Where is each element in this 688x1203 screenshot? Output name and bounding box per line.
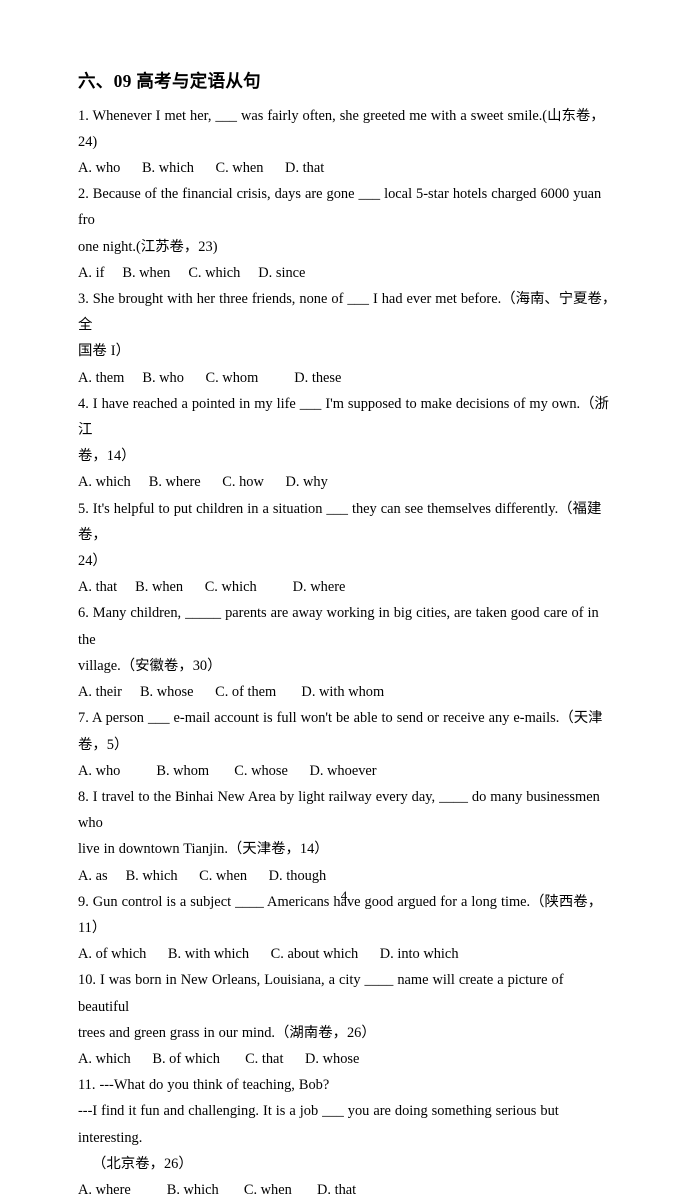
question-block-5: 5. It's helpful to put children in a sit…	[78, 496, 618, 601]
question-text: 4. I have reached a pointed in my life _…	[78, 395, 609, 439]
question-block-7: 7. A person ___ e-mail account is full w…	[78, 705, 618, 784]
question-text-cont: ---I find it fun and challenging. It is …	[78, 1103, 563, 1146]
question-text: 11. ---What do you think of teaching, Bo…	[78, 1077, 330, 1094]
question-block-11: 11. ---What do you think of teaching, Bo…	[78, 1072, 618, 1203]
question-options: A. them B. who C. whom D. these	[78, 369, 342, 386]
question-text: 6. Many children, _____ parents are away…	[78, 605, 603, 648]
document-page: 六、09 高考与定语从句 1. Whenever I met her, ___ …	[0, 0, 688, 1198]
question-text-cont: trees and green grass in our mind.（湖南卷，2…	[78, 1024, 376, 1041]
question-options: A. who B. whom C. whose D. whoever	[78, 762, 377, 779]
page-title: 六、09 高考与定语从句	[78, 71, 261, 91]
question-text: 8. I travel to the Binhai New Area by li…	[78, 788, 604, 832]
question-text-cont: 24）	[78, 553, 107, 570]
question-block-1: 1. Whenever I met her, ___ was fairly of…	[78, 103, 618, 182]
question-options: A. which B. of which C. that D. whose	[78, 1050, 360, 1067]
question-text: 3. She brought with her three friends, n…	[78, 291, 617, 334]
question-options: A. if B. when C. which D. since	[78, 264, 306, 281]
question-block-8: 8. I travel to the Binhai New Area by li…	[78, 784, 618, 889]
question-options: A. that B. when C. which D. where	[78, 579, 346, 596]
question-text: 2. Because of the financial crisis, days…	[78, 186, 606, 229]
question-options: A. which B. where C. how D. why	[78, 474, 328, 491]
question-text-cont: one night.(江苏卷，23)	[78, 238, 218, 255]
question-text: 10. I was born in New Orleans, Louisiana…	[78, 972, 568, 1015]
question-options: A. of which B. with which C. about which…	[78, 946, 459, 963]
question-block-6: 6. Many children, _____ parents are away…	[78, 600, 618, 705]
question-text-cont: 卷，14）	[78, 448, 136, 465]
question-text: 5. It's helpful to put children in a sit…	[78, 500, 602, 543]
question-text-cont: 国卷 I）	[78, 343, 130, 360]
question-options: A. as B. which C. when D. though	[78, 867, 327, 884]
question-options: A. where B. which C. when D. that	[78, 1181, 357, 1198]
question-block-2: 2. Because of the financial crisis, days…	[78, 181, 618, 286]
question-options: A. who B. which C. when D. that	[78, 160, 325, 177]
question-block-3: 3. She brought with her three friends, n…	[78, 286, 618, 391]
question-text: 1. Whenever I met her, ___ was fairly of…	[78, 107, 605, 150]
question-text: 7. A person ___ e-mail account is full w…	[78, 710, 603, 753]
question-text-cont: live in downtown Tianjin.（天津卷，14）	[78, 841, 329, 858]
question-block-4: 4. I have reached a pointed in my life _…	[78, 391, 618, 496]
question-block-10: 10. I was born in New Orleans, Louisiana…	[78, 967, 618, 1072]
question-source-tag: （北京卷，26）	[92, 1155, 193, 1172]
page-number: 4	[340, 888, 348, 903]
question-text-cont: village.（安徽卷，30）	[78, 657, 222, 674]
question-options: A. their B. whose C. of them D. with who…	[78, 684, 385, 701]
